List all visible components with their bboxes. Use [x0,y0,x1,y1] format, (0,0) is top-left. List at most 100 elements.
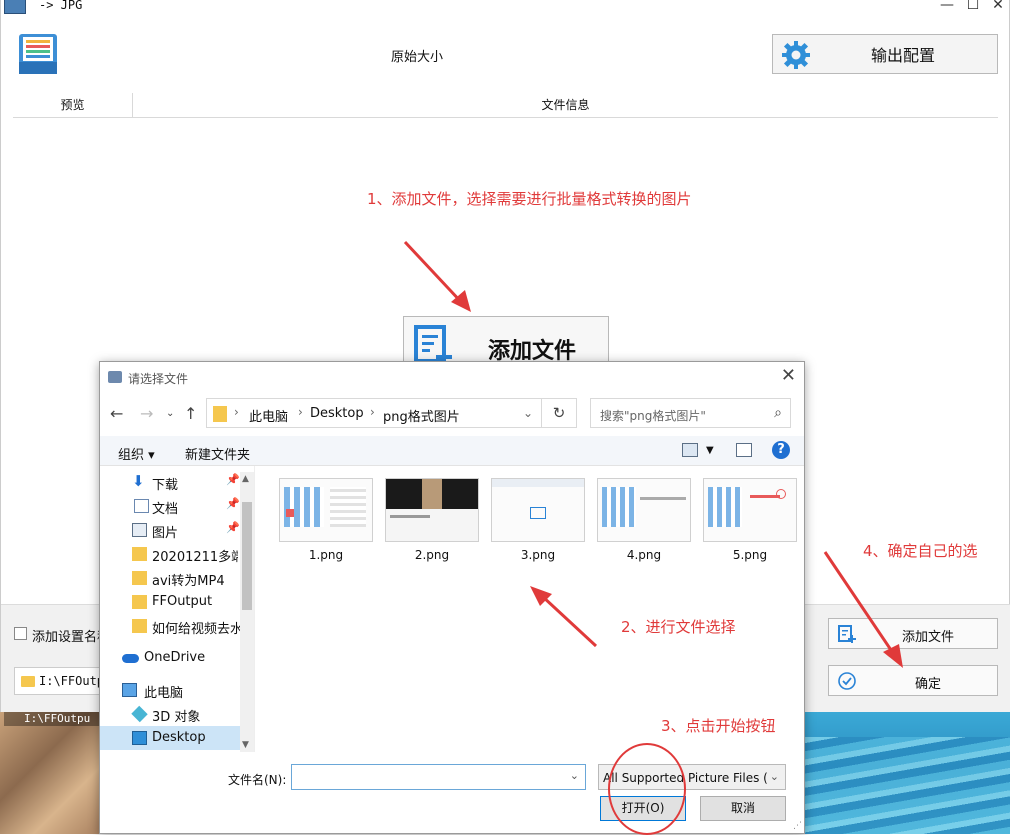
pin-icon: 📌 [226,473,240,486]
size-label: 原始大小 [391,50,444,65]
breadcrumb-separator: › [370,405,375,419]
file-item[interactable]: 5.png [703,478,797,562]
nav-item-this-pc[interactable]: 此电脑 [100,678,240,702]
file-name: 4.png [626,548,662,562]
desktop-wallpaper-sand [0,712,100,834]
maximize-button[interactable]: ☐ [962,0,984,13]
taskbar-path-label: I:\FFOutpu [4,712,100,726]
breadcrumb-separator: › [234,405,239,419]
file-item[interactable]: 3.png [491,478,585,562]
forward-arrow-icon[interactable]: → [140,404,153,423]
close-button[interactable]: ✕ [987,0,1009,13]
cloud-icon [122,654,139,663]
nav-item-documents[interactable]: 文档 📌 [100,494,240,518]
file-thumbnail [385,478,479,542]
file-thumbnail [597,478,691,542]
folder-icon [132,619,147,633]
cube-icon [131,705,148,723]
breadcrumb-separator: › [298,405,303,419]
nav-item-label: Desktop [152,730,206,745]
nav-item-folder[interactable]: 如何给视频去水印 [100,614,240,638]
view-mode-icon[interactable] [682,443,698,457]
app-logo-icon [19,34,57,74]
file-name: 5.png [732,548,768,562]
new-folder-button[interactable]: 新建文件夹 [185,444,250,463]
pin-icon: 📌 [226,521,240,534]
file-list-header: 预览 文件信息 [13,93,998,118]
confirm-label: 确定 [914,677,941,692]
search-placeholder: 搜索"png格式图片" [600,409,706,423]
nav-item-label: 下载 [152,478,179,493]
chevron-down-icon[interactable]: ⌄ [570,769,579,782]
file-name: 1.png [308,548,344,562]
nav-item-label: 如何给视频去水印 [152,622,240,637]
nav-item-label: 20201211多端 [152,550,238,565]
file-item[interactable]: 4.png [597,478,691,562]
filename-label: 文件名(N): [228,773,287,787]
nav-item-folder[interactable]: 20201211多端 [100,542,240,566]
address-bar[interactable]: › 此电脑 › Desktop › png格式图片 ⌄ [206,398,542,428]
preview-pane-icon[interactable] [736,443,752,457]
desktop-icon [132,731,147,745]
add-setting-name-checkbox[interactable] [14,627,27,640]
search-box[interactable]: 搜索"png格式图片" ⌕ [590,398,791,428]
add-file-big-button[interactable]: 添加文件 [403,316,609,366]
nav-item-folder[interactable]: avi转为MP4 [100,566,240,590]
output-path-field[interactable]: I:\FFOutput [14,667,118,695]
download-arrow-icon: ⬇ [132,472,145,490]
file-thumbnail [703,478,797,542]
folder-icon [132,595,147,609]
computer-icon [122,683,137,697]
chevron-down-icon: ⌄ [769,770,779,783]
dialog-title: 请选择文件 [128,372,189,386]
nav-item-label: 文档 [152,502,179,517]
view-dropdown-icon[interactable]: ▼ [706,445,714,456]
window-title: -> JPG [39,0,83,12]
dialog-toolbar: 组织 ▾ 新建文件夹 ▼ ? [100,436,804,466]
nav-item-folder[interactable]: FFOutput [100,590,240,614]
folder-icon [132,547,147,561]
annotation-step3: 3、点击开始按钮 [661,717,776,735]
output-config-button[interactable]: 输出配置 [772,34,998,74]
nav-item-label: 图片 [152,526,179,541]
organize-menu[interactable]: 组织 ▾ [118,444,155,463]
annotation-arrow-2 [530,586,598,648]
help-icon[interactable]: ? [772,441,790,459]
breadcrumb-this-pc[interactable]: 此电脑 [249,406,288,425]
column-header-preview[interactable]: 预览 [13,93,133,118]
file-thumbnail [279,478,373,542]
refresh-button[interactable]: ↻ [542,398,577,428]
breadcrumb-desktop[interactable]: Desktop [310,406,364,421]
file-thumbnail [491,478,585,542]
folder-icon [213,406,227,422]
scrollbar-thumb[interactable] [242,502,252,610]
file-item[interactable]: 1.png [279,478,373,562]
dialog-close-icon[interactable]: ✕ [781,365,796,386]
minimize-button[interactable]: — [936,0,958,13]
pictures-icon [132,523,147,537]
annotation-arrow-4 [823,551,903,668]
column-header-file-info[interactable]: 文件信息 [133,93,998,118]
nav-item-desktop[interactable]: Desktop [100,726,240,750]
filename-input[interactable]: ⌄ [291,764,586,790]
address-dropdown-icon[interactable]: ⌄ [523,406,533,420]
nav-item-downloads[interactable]: ⬇ 下载 📌 [100,470,240,494]
nav-item-onedrive[interactable]: OneDrive [100,646,240,670]
desktop-wallpaper-sea [805,737,1010,834]
scroll-up-icon[interactable]: ▲ [242,474,249,484]
breadcrumb-png-folder[interactable]: png格式图片 [383,406,460,425]
output-config-label: 输出配置 [870,46,935,65]
scroll-down-icon[interactable]: ▼ [242,740,249,750]
nav-scrollbar[interactable]: ▲ ▼ [240,472,254,752]
nav-item-3d-objects[interactable]: 3D 对象 [100,702,240,726]
nav-item-label: FFOutput [152,594,213,609]
resize-grip-icon[interactable]: ⋰ [793,821,802,831]
nav-item-pictures[interactable]: 图片 📌 [100,518,240,542]
document-icon [134,499,149,513]
navigation-pane: ⬇ 下载 📌 文档 📌 图片 📌 20201211多端 avi转为MP4 FFO… [100,466,255,752]
file-item[interactable]: 2.png [385,478,479,562]
back-arrow-icon[interactable]: ← [110,404,123,423]
up-arrow-icon[interactable]: ↑ [184,404,197,423]
recent-dropdown-icon[interactable]: ⌄ [166,408,174,419]
cancel-button[interactable]: 取消 [700,796,786,821]
